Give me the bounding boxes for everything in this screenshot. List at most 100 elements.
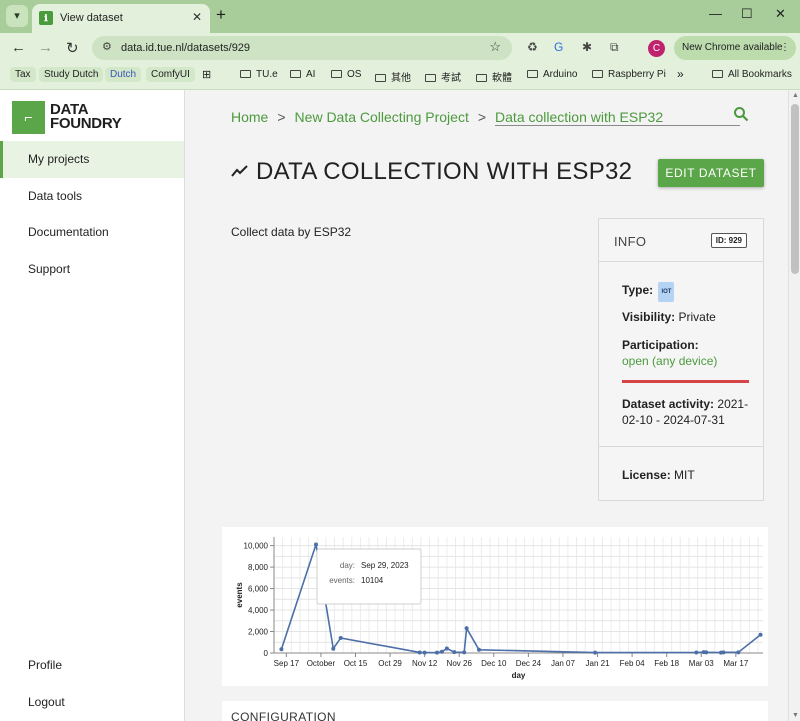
search-icon[interactable] (733, 106, 749, 127)
extensions-puzzle-icon[interactable]: ⧉ (610, 40, 619, 55)
sidebar-item-documentation[interactable]: Documentation (0, 214, 184, 251)
events-chart-card: 0 2,000 4,000 6,000 8,000 10,000 Sep 17 October… (222, 527, 768, 686)
events-data-point (313, 542, 318, 547)
dataset-id-badge: ID: 929 (710, 233, 747, 248)
events-data-point (736, 650, 741, 655)
chart-y-tick-label: 2,000 (248, 628, 269, 637)
translate-extension-icon[interactable]: G (554, 40, 563, 54)
chart-x-tick-label: Feb 18 (654, 659, 679, 668)
folder-icon (712, 70, 723, 78)
breadcrumb-project[interactable]: New Data Collecting Project (295, 109, 469, 125)
chart-x-tick-label: Jan 21 (586, 659, 611, 668)
address-bar[interactable]: ⚙ data.id.tue.nl/datasets/929 ☆ (92, 36, 512, 60)
bookmark-folder-ai[interactable]: AI (290, 69, 315, 80)
scroll-down-arrow-icon[interactable]: ▼ (792, 712, 799, 719)
chart-x-tick-label: Oct 29 (378, 659, 402, 668)
update-button-label: New Chrome available (682, 42, 783, 53)
info-card-header: INFO ID: 929 (599, 219, 763, 262)
folder-icon (290, 70, 301, 78)
close-tab-icon[interactable]: ✕ (192, 10, 202, 24)
logo-mark-icon: ⌐ (12, 101, 45, 134)
maximize-window-icon[interactable]: ☐ (741, 6, 753, 22)
sidebar-item-my-projects[interactable]: My projects (0, 141, 184, 178)
sidebar-item-support[interactable]: Support (0, 251, 184, 288)
events-data-point (704, 650, 709, 655)
bookmark-folder-arduino[interactable]: Arduino (527, 69, 577, 80)
more-bookmarks-chevron-icon[interactable]: » (677, 67, 684, 81)
bookmark-folder-other[interactable]: 其他 (375, 69, 411, 84)
events-data-point (439, 649, 444, 654)
breadcrumb-separator: > (477, 109, 487, 125)
configuration-card: CONFIGURATION (222, 701, 768, 721)
chart-x-tick-label: October (307, 659, 336, 668)
bookmark-dutch[interactable]: Dutch (105, 67, 142, 82)
chart-x-tick-label: Nov 26 (447, 659, 473, 668)
new-chrome-available-button[interactable]: New Chrome available ⋮ (674, 36, 796, 60)
forward-arrow-icon[interactable]: → (38, 39, 53, 56)
info-visibility: Visibility: Private (622, 310, 716, 324)
edit-dataset-button[interactable]: EDIT DATASET (658, 159, 764, 187)
browser-tab-active[interactable]: ℹ View dataset ✕ (32, 4, 210, 33)
info-card: INFO ID: 929 Type: IOT Visibility: Priva… (598, 218, 764, 501)
chart-x-axis-title: day (512, 671, 526, 680)
events-data-point (435, 650, 439, 655)
events-data-point (476, 647, 481, 652)
events-data-point (417, 650, 422, 655)
apps-grid-icon[interactable]: ⊞ (202, 68, 211, 81)
events-chart[interactable]: 0 2,000 4,000 6,000 8,000 10,000 Sep 17 October… (222, 527, 768, 686)
bookmark-folder-software[interactable]: 軟體 (476, 69, 512, 84)
bookmark-folder-tue[interactable]: TU.e (240, 69, 278, 80)
chart-x-tick-label: Dec 10 (481, 659, 507, 668)
page-scrollbar[interactable]: ▲ ▼ (788, 90, 800, 721)
bookmark-study-dutch[interactable]: Study Dutch (39, 67, 104, 82)
more-menu-icon[interactable]: ⋮ (780, 36, 790, 60)
chart-tooltip-key: day: (340, 561, 355, 570)
reload-icon[interactable]: ↻ (66, 39, 79, 57)
sidebar-item-profile[interactable]: Profile (0, 647, 184, 684)
breadcrumb-dataset[interactable]: Data collection with ESP32 (495, 109, 741, 126)
minimize-window-icon[interactable]: — (709, 6, 722, 21)
scrollbar-thumb[interactable] (791, 104, 799, 274)
folder-icon (331, 70, 342, 78)
folder-icon (476, 74, 487, 82)
events-data-point (422, 650, 427, 655)
events-data-point (444, 646, 449, 651)
sidebar-item-logout[interactable]: Logout (0, 684, 184, 721)
chart-x-tick-label: Oct 15 (344, 659, 368, 668)
recycle-extension-icon[interactable]: ♻ (527, 40, 538, 54)
chart-x-tick-label: Nov 12 (412, 659, 438, 668)
close-window-icon[interactable]: ✕ (775, 6, 786, 22)
chart-x-tick-label: Sep 17 (274, 659, 300, 668)
chart-x-tick-label: Mar 17 (723, 659, 748, 668)
bookmark-comfyui[interactable]: ComfyUI (146, 67, 195, 82)
dataset-description: Collect data by ESP32 (231, 225, 352, 239)
new-tab-icon[interactable]: + (216, 5, 226, 25)
events-data-point (721, 650, 726, 655)
sidebar-item-data-tools[interactable]: Data tools (0, 178, 184, 215)
events-data-point (464, 626, 469, 631)
bookmark-all-bookmarks[interactable]: All Bookmarks (712, 69, 792, 80)
breadcrumb-home[interactable]: Home (231, 109, 268, 125)
events-data-point (452, 650, 457, 655)
bookmark-folder-os[interactable]: OS (331, 69, 361, 80)
site-info-icon[interactable]: ⚙ (102, 40, 112, 53)
chart-x-tick-label: Jan 07 (551, 659, 576, 668)
chart-tooltip-value: Sep 29, 2023 (361, 561, 409, 570)
bookmark-tax[interactable]: Tax (10, 67, 36, 82)
back-arrow-icon[interactable]: ← (11, 39, 26, 56)
participation-status-bar (622, 380, 749, 383)
bookmark-folder-exam[interactable]: 考試 (425, 69, 461, 84)
scroll-up-arrow-icon[interactable]: ▲ (792, 92, 799, 99)
folder-icon (375, 74, 386, 82)
info-card-title: INFO (614, 234, 647, 249)
profile-avatar[interactable]: C (648, 40, 665, 57)
bookmarks-bar: Tax Study Dutch Dutch ComfyUI ⊞ TU.e AI … (0, 63, 800, 90)
folder-icon (240, 70, 251, 78)
bug-extension-icon[interactable]: ✱ (582, 40, 592, 54)
bookmark-folder-raspberry-pi[interactable]: Raspberry Pi (592, 69, 666, 80)
configuration-title: CONFIGURATION (231, 710, 336, 721)
bookmark-star-icon[interactable]: ☆ (489, 39, 501, 55)
browser-tab-strip: ▾ ℹ View dataset ✕ + — ☐ ✕ (0, 0, 800, 33)
chart-x-tick-label: Dec 24 (516, 659, 542, 668)
tab-search-button[interactable]: ▾ (6, 5, 28, 27)
